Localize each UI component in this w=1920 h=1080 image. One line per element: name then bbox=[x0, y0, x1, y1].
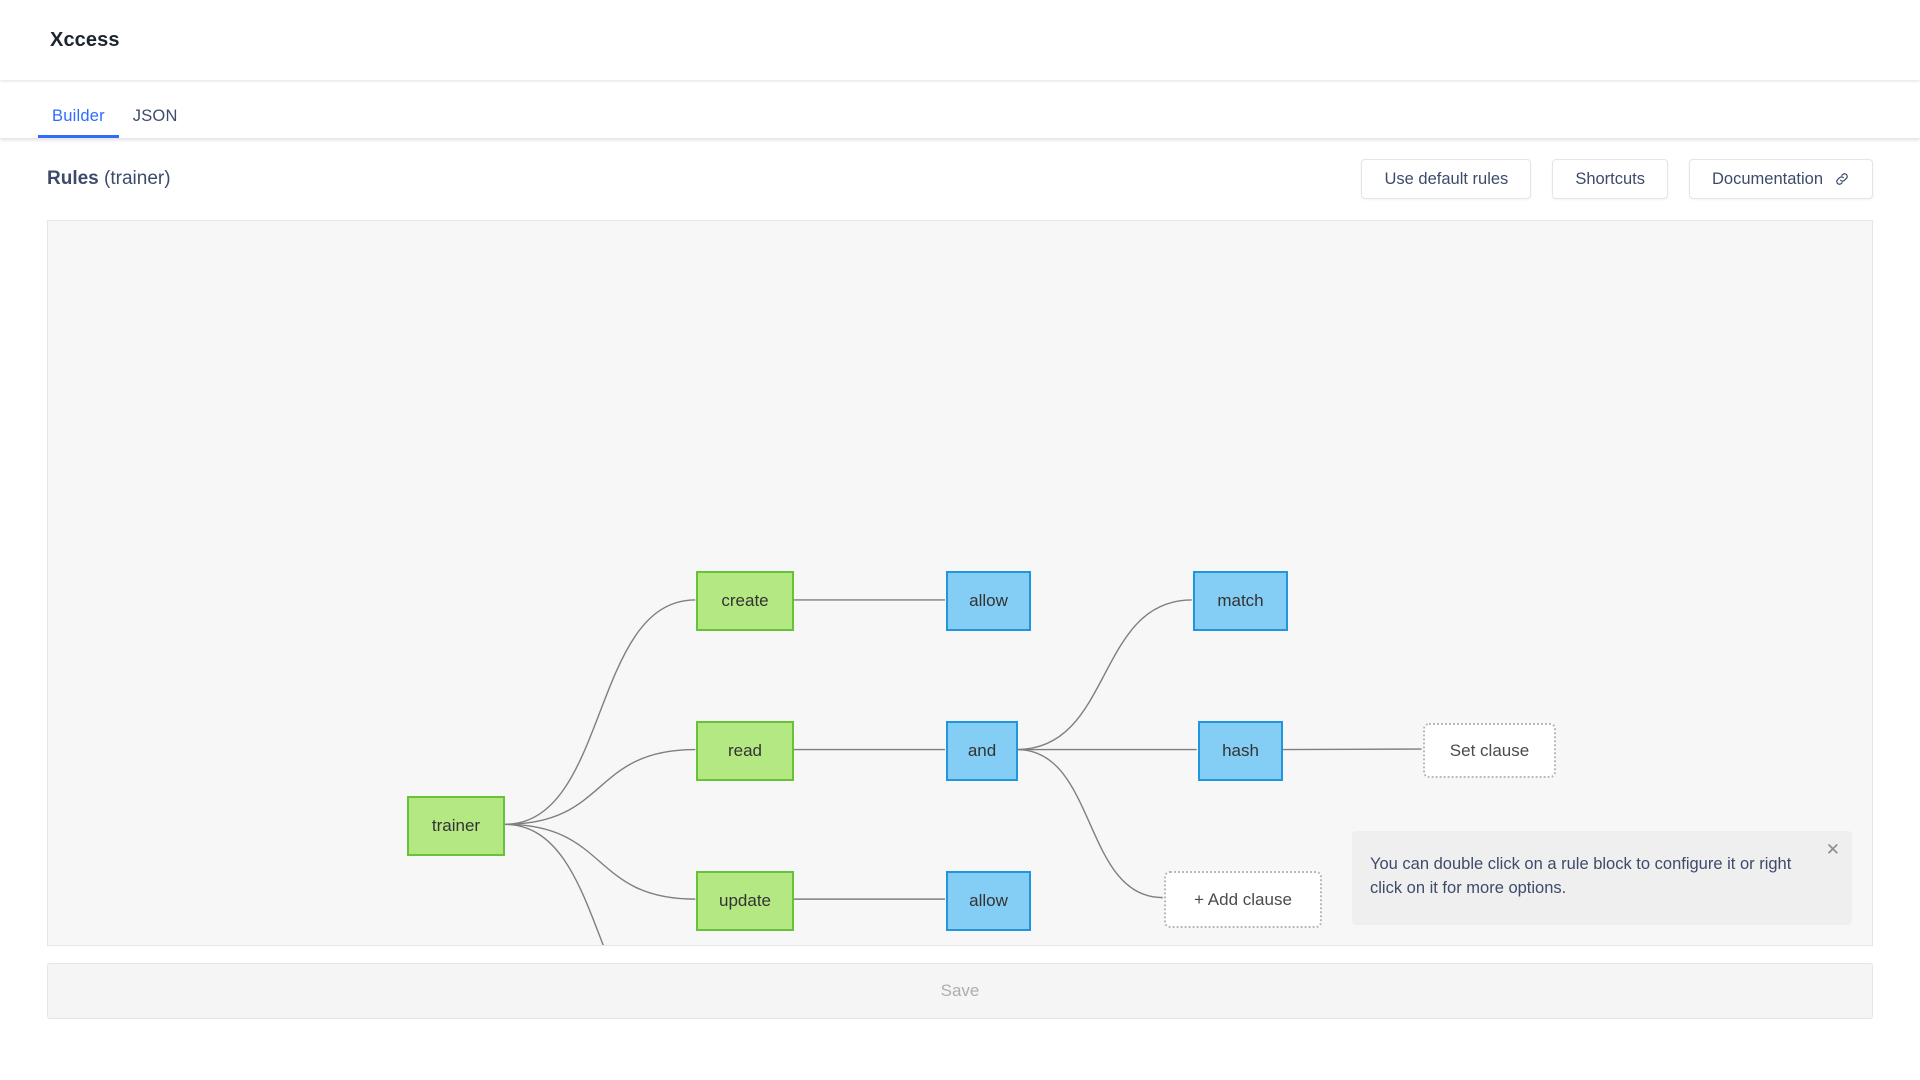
app-header: Xccess bbox=[0, 0, 1920, 80]
hint-text: You can double click on a rule block to … bbox=[1370, 855, 1792, 898]
save-button-label: Save bbox=[940, 981, 980, 1000]
graph-node-match[interactable]: match bbox=[1193, 571, 1288, 631]
graph-node-hash[interactable]: hash bbox=[1198, 721, 1283, 781]
graph-edge-and-to-match bbox=[1016, 599, 1192, 751]
graph-node-label: trainer bbox=[431, 816, 481, 835]
graph-node-label: match bbox=[1217, 591, 1264, 610]
page-title-subject: (trainer) bbox=[98, 168, 171, 189]
section-header: Rules (trainer) Use default rules Shortc… bbox=[47, 138, 1873, 220]
use-default-rules-button[interactable]: Use default rules bbox=[1361, 159, 1532, 199]
graph-edge-trainer-to-update bbox=[504, 823, 696, 900]
graph-node-label: update bbox=[719, 891, 771, 910]
graph-node-addclause[interactable]: + Add clause bbox=[1164, 871, 1322, 928]
graph-node-trainer[interactable]: trainer bbox=[407, 796, 505, 856]
graph-edge-and-to-addclause bbox=[1016, 748, 1163, 899]
save-button[interactable]: Save bbox=[47, 963, 1873, 1019]
graph-node-label: allow bbox=[969, 591, 1008, 610]
graph-node-allow1[interactable]: allow bbox=[946, 571, 1031, 631]
graph-node-create[interactable]: create bbox=[696, 571, 794, 631]
shortcuts-button[interactable]: Shortcuts bbox=[1552, 159, 1669, 199]
tab-builder[interactable]: Builder bbox=[38, 107, 119, 139]
graph-node-label: and bbox=[967, 741, 997, 760]
tab-bar: Builder JSON bbox=[0, 80, 1920, 138]
hint-tooltip: ✕ You can double click on a rule block t… bbox=[1352, 831, 1852, 925]
documentation-label: Documentation bbox=[1712, 169, 1823, 188]
graph-node-label: allow bbox=[969, 891, 1008, 910]
page-title-strong: Rules bbox=[47, 168, 99, 189]
graph-node-and[interactable]: and bbox=[946, 721, 1018, 781]
graph-node-label: hash bbox=[1222, 741, 1259, 760]
graph-edge-trainer-to-read bbox=[504, 748, 696, 826]
tab-json[interactable]: JSON bbox=[119, 107, 192, 139]
main-content: Rules (trainer) Use default rules Shortc… bbox=[0, 138, 1920, 1019]
rule-graph-canvas[interactable]: ✕ You can double click on a rule block t… bbox=[47, 220, 1873, 946]
graph-node-label: + Add clause bbox=[1194, 889, 1292, 909]
graph-node-label: read bbox=[727, 741, 763, 760]
app-brand: Xccess bbox=[50, 28, 120, 51]
graph-edge-trainer-to-create bbox=[504, 599, 696, 826]
graph-node-read[interactable]: read bbox=[696, 721, 794, 781]
documentation-button[interactable]: Documentation bbox=[1689, 159, 1873, 199]
graph-edge-trainer-to-delete bbox=[504, 823, 604, 945]
graph-node-setclause[interactable]: Set clause bbox=[1423, 723, 1556, 778]
link-icon bbox=[1834, 171, 1850, 187]
header-actions: Use default rules Shortcuts Documentatio… bbox=[1361, 159, 1873, 199]
shortcuts-label: Shortcuts bbox=[1575, 169, 1646, 188]
graph-node-allow2[interactable]: allow bbox=[946, 871, 1031, 931]
page-title: Rules (trainer) bbox=[47, 168, 171, 190]
close-icon[interactable]: ✕ bbox=[1826, 841, 1840, 858]
graph-node-label: create bbox=[721, 591, 769, 610]
graph-node-label: Set clause bbox=[1449, 740, 1530, 760]
graph-node-update[interactable]: update bbox=[696, 871, 794, 931]
use-default-rules-label: Use default rules bbox=[1384, 169, 1509, 188]
